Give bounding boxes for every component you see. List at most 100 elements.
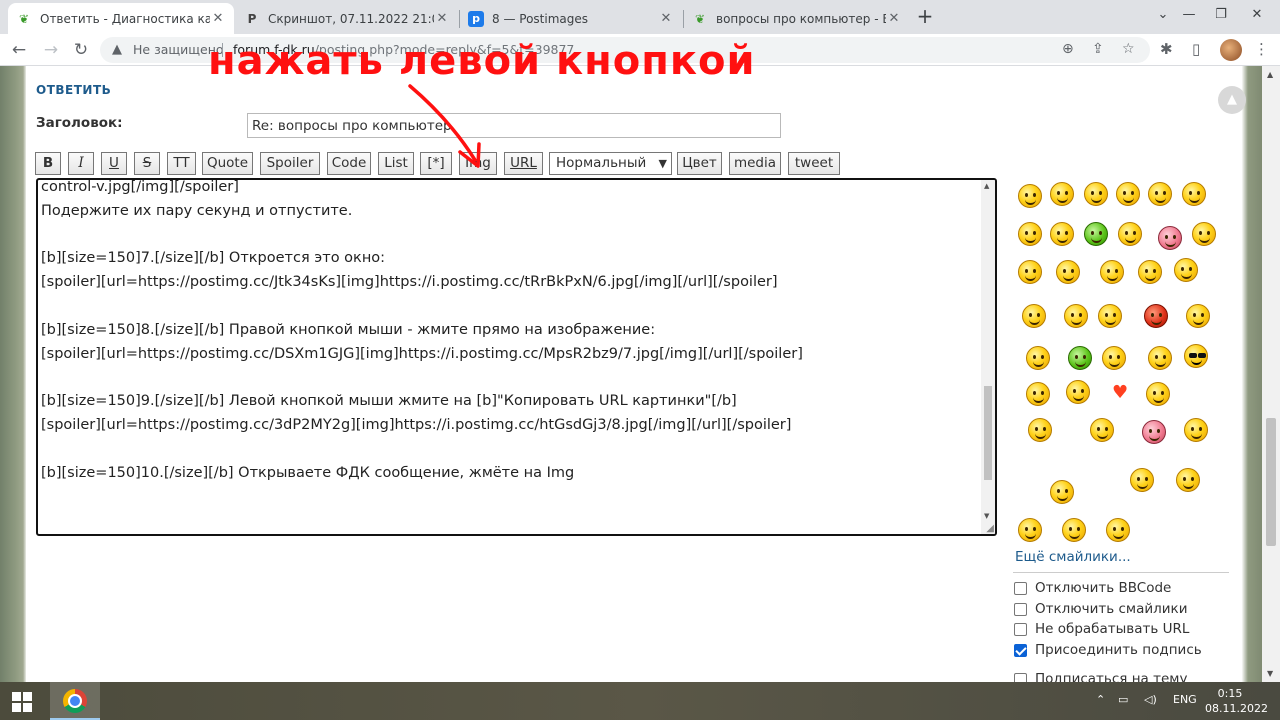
strikethrough-button[interactable]: S: [134, 152, 160, 175]
hug-icon[interactable]: [1146, 382, 1170, 406]
teletype-button[interactable]: TT: [167, 152, 196, 175]
page-scroll-thumb[interactable]: [1266, 418, 1276, 546]
checkbox[interactable]: [1014, 602, 1027, 616]
color-button[interactable]: Цвет: [677, 152, 722, 175]
close-tab-icon[interactable]: ✕: [434, 11, 450, 26]
option-no-url-parse[interactable]: Не обрабатывать URL: [1014, 621, 1189, 637]
whistle-icon[interactable]: [1186, 304, 1210, 328]
side-panel-icon[interactable]: ▯: [1192, 40, 1200, 58]
shout-icon[interactable]: [1066, 380, 1090, 404]
language-indicator[interactable]: ENG: [1173, 693, 1197, 706]
rolling-eyes-icon[interactable]: [1192, 222, 1216, 246]
browser-menu-icon[interactable]: ⋮: [1254, 40, 1269, 58]
alien-icon[interactable]: [1068, 346, 1092, 370]
salute-icon[interactable]: [1138, 260, 1162, 284]
facepalm-icon[interactable]: [1184, 418, 1208, 442]
quote-button[interactable]: Quote: [202, 152, 253, 175]
tab-reply[interactable]: ❦ Ответить - Диагностика кармы ✕: [8, 3, 234, 34]
profile-avatar[interactable]: [1220, 39, 1242, 61]
font-size-select[interactable]: Нормальный ▼: [549, 152, 672, 175]
kiss-icon[interactable]: [1018, 260, 1042, 284]
more-smileys-link[interactable]: Ещё смайлики...: [1015, 549, 1131, 565]
message-textarea[interactable]: control-v.jpg[/img][/spoiler] Подержите …: [36, 178, 997, 536]
bookmark-star-icon[interactable]: ☆: [1122, 41, 1135, 57]
share-icon[interactable]: ⇪: [1092, 41, 1104, 57]
textarea-scrollbar[interactable]: ▲ ▼: [981, 180, 995, 534]
hmm-icon[interactable]: [1062, 518, 1086, 542]
angry-icon[interactable]: [1098, 304, 1122, 328]
smile-icon[interactable]: [1018, 184, 1042, 208]
tab-forum-thread[interactable]: ❦ вопросы про компьютер - Бесе ✕: [684, 3, 910, 34]
cry-icon[interactable]: [1018, 518, 1042, 542]
green-sick-icon[interactable]: [1084, 222, 1108, 246]
tab-postimages[interactable]: p 8 — Postimages ✕: [460, 3, 682, 34]
heart-icon[interactable]: ♥: [1112, 384, 1130, 402]
volume-icon[interactable]: ◁): [1144, 693, 1157, 706]
scroll-up-icon[interactable]: ▲: [1267, 70, 1273, 79]
grin-icon[interactable]: [1084, 182, 1108, 206]
scroll-down-icon[interactable]: ▼: [1267, 669, 1273, 678]
sad-icon[interactable]: [1056, 260, 1080, 284]
scroll-up-icon[interactable]: ▲: [984, 182, 989, 190]
network-icon[interactable]: ▭: [1118, 693, 1128, 706]
surprised-icon[interactable]: [1050, 222, 1074, 246]
nerd-icon[interactable]: [1102, 346, 1126, 370]
option-disable-smileys[interactable]: Отключить смайлики: [1014, 601, 1187, 617]
tongue-icon[interactable]: [1018, 222, 1042, 246]
textarea-scroll-thumb[interactable]: [984, 386, 992, 480]
tweet-button[interactable]: tweet: [788, 152, 840, 175]
crying-icon[interactable]: [1174, 258, 1198, 282]
resize-grip-icon[interactable]: ◢: [986, 523, 994, 534]
new-tab-button[interactable]: +: [914, 6, 936, 28]
spoiler-button[interactable]: Spoiler: [260, 152, 320, 175]
underline-button[interactable]: U: [101, 152, 127, 175]
chrome-taskbar-button[interactable]: [50, 682, 100, 720]
worried-icon[interactable]: [1026, 382, 1050, 406]
bold-button[interactable]: B: [35, 152, 61, 175]
close-tab-icon[interactable]: ✕: [210, 11, 226, 26]
happy-icon[interactable]: [1050, 182, 1074, 206]
windows-start-icon[interactable]: [12, 692, 32, 712]
blush-icon[interactable]: [1100, 260, 1124, 284]
scroll-to-top-button[interactable]: ▲: [1218, 86, 1246, 114]
extensions-puzzle-icon[interactable]: ✱: [1160, 40, 1173, 58]
yes-icon[interactable]: [1176, 468, 1200, 492]
wink-icon[interactable]: [1116, 182, 1140, 206]
page-scrollbar[interactable]: ▲ ▼: [1262, 66, 1280, 682]
girl-icon[interactable]: [1142, 420, 1166, 444]
cool-icon[interactable]: [1064, 304, 1088, 328]
shock-icon[interactable]: [1026, 346, 1050, 370]
tray-overflow-icon[interactable]: ⌃: [1096, 693, 1105, 706]
back-arrow-icon[interactable]: ←: [6, 38, 32, 62]
laugh-icon[interactable]: [1022, 304, 1046, 328]
media-button[interactable]: media: [729, 152, 781, 175]
close-window-button[interactable]: ✕: [1234, 0, 1280, 34]
angel-icon[interactable]: [1130, 468, 1154, 492]
scroll-down-icon[interactable]: ▼: [984, 512, 989, 520]
evil-smile-icon[interactable]: [1148, 182, 1172, 206]
forward-arrow-icon[interactable]: →: [38, 38, 64, 62]
love-icon[interactable]: [1158, 226, 1182, 250]
clock[interactable]: 0:15 08.11.2022: [1205, 686, 1268, 716]
italic-button[interactable]: I: [68, 152, 94, 175]
warning-triangle-icon[interactable]: ▲: [112, 42, 122, 57]
checkbox-checked[interactable]: [1014, 643, 1027, 657]
zoom-icon[interactable]: ⊕: [1062, 41, 1074, 57]
bounce-icon[interactable]: [1050, 480, 1074, 504]
url-button[interactable]: URL: [504, 152, 543, 175]
reload-icon[interactable]: ↻: [68, 38, 94, 62]
option-disable-bbcode[interactable]: Отключить BBCode: [1014, 580, 1171, 596]
scream-icon[interactable]: [1028, 418, 1052, 442]
close-tab-icon[interactable]: ✕: [886, 11, 902, 26]
dance-icon[interactable]: [1090, 418, 1114, 442]
checkbox[interactable]: [1014, 622, 1027, 636]
subject-input[interactable]: [247, 113, 781, 138]
code-button[interactable]: Code: [327, 152, 371, 175]
option-attach-signature[interactable]: Присоединить подпись: [1014, 642, 1202, 658]
message-text[interactable]: control-v.jpg[/img][/spoiler] Подержите …: [41, 180, 981, 485]
sleepy-icon[interactable]: [1148, 346, 1172, 370]
tab-screenshot[interactable]: P Скриншот, 07.11.2022 21:00:45 - ✕: [236, 3, 458, 34]
thumbs-up-icon[interactable]: [1118, 222, 1142, 246]
yahoo-icon[interactable]: [1106, 518, 1130, 542]
sunglasses-icon[interactable]: [1184, 344, 1208, 368]
